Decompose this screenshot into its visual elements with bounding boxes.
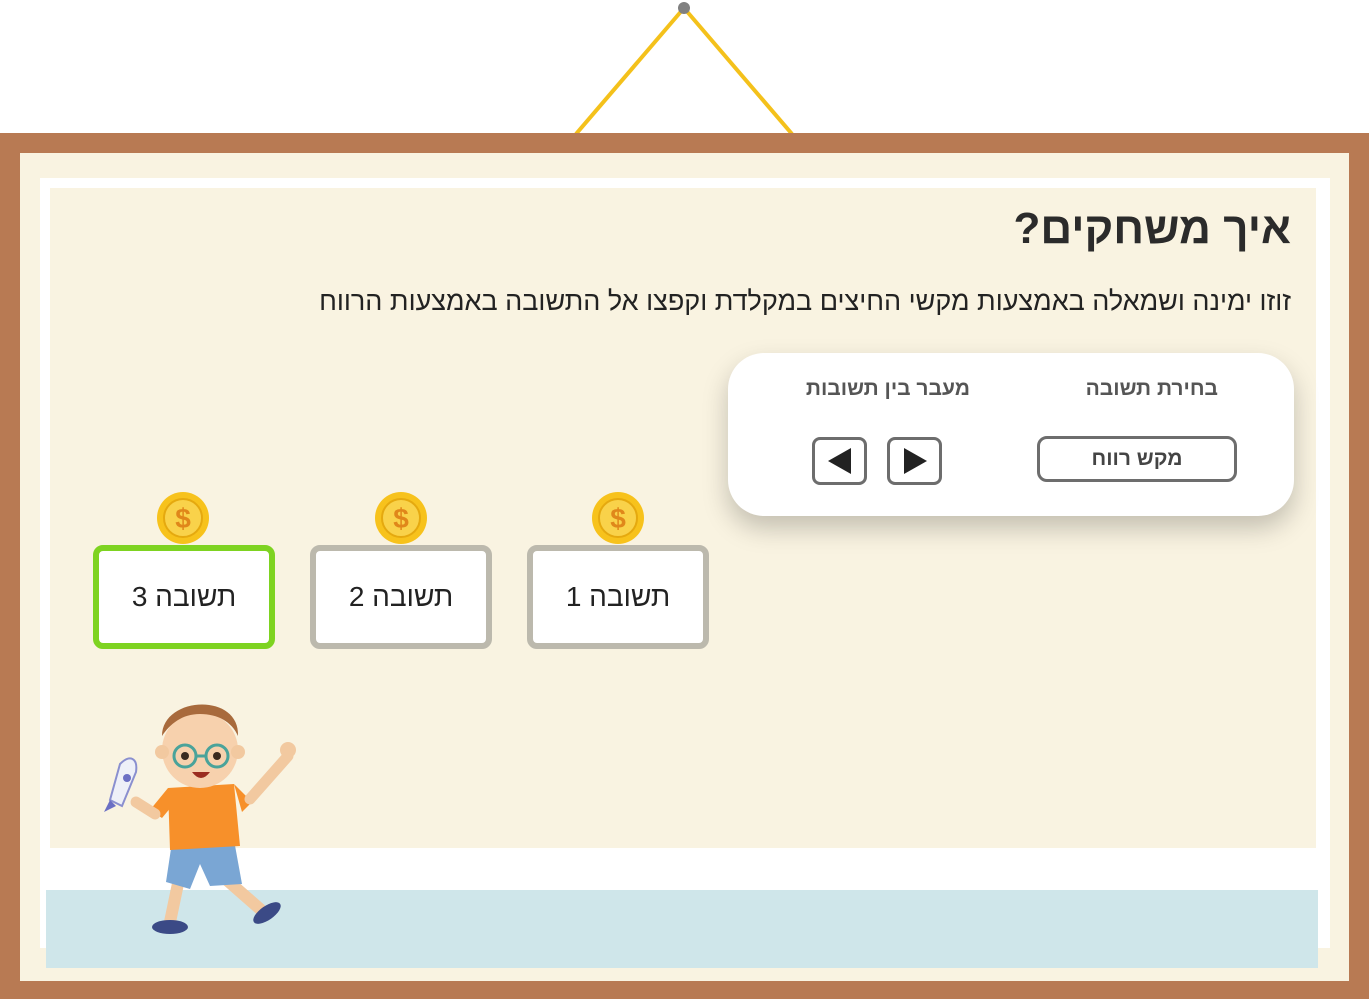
- select-answer-heading: בחירת תשובה: [1085, 377, 1218, 400]
- instructions-text: זוזו ימינה ושמאלה באמצעות מקשי החיצים במ…: [319, 286, 1291, 316]
- coin-icon: $: [592, 492, 644, 544]
- arrow-right-key[interactable]: [887, 437, 942, 485]
- page-title: איך משחקים?: [1013, 204, 1291, 253]
- answer-3[interactable]: תשובה 3: [93, 545, 275, 649]
- hanging-string: [574, 2, 794, 136]
- arrow-left-icon: [827, 448, 851, 474]
- boy-character-icon: [104, 704, 296, 934]
- answer-1[interactable]: תשובה 1: [527, 545, 709, 649]
- controls-panel: בחירת תשובה מעבר בין תשובות מקש רווח: [728, 353, 1294, 516]
- answer-2[interactable]: תשובה 2: [310, 545, 492, 649]
- svg-text:$: $: [393, 503, 409, 534]
- svg-text:$: $: [175, 503, 191, 534]
- space-key[interactable]: מקש רווח: [1037, 436, 1237, 482]
- nail-icon: [678, 2, 690, 14]
- svg-text:$: $: [610, 503, 626, 534]
- arrow-right-icon: [903, 448, 927, 474]
- coin-icon: $: [375, 492, 427, 544]
- arrow-left-key[interactable]: [812, 437, 867, 485]
- navigate-answers-heading: מעבר בין תשובות: [805, 377, 970, 400]
- coin-icon: $: [157, 492, 209, 544]
